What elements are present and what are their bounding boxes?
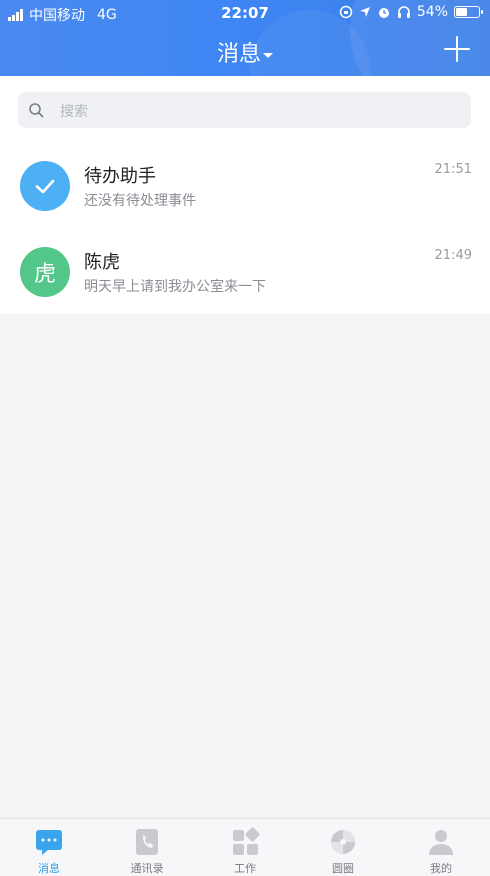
page-title[interactable]: 消息 [0,36,490,68]
chevron-down-icon [263,52,273,58]
battery-icon [454,6,483,18]
avatar: 虎 [20,247,70,297]
message-time: 21:51 [434,162,472,177]
plus-icon[interactable] [444,36,470,62]
circle-swirl-icon [331,830,355,854]
alarm-icon [378,8,389,18]
message-sender: 陈虎 [84,252,120,273]
rotation-lock-icon [339,5,353,19]
tab-bar: 消息 通讯录 工作 圆圈 我的 [0,818,490,876]
search-placeholder: 搜索 [60,104,88,120]
checkmark-icon [35,179,55,194]
chat-bubble-icon [36,830,62,855]
message-preview: 明天早上请到我办公室来一下 [84,279,266,295]
person-icon [429,830,453,855]
search-section: 搜索 [0,76,490,142]
message-list: 待办助手 还没有待处理事件 21:51 虎 陈虎 明天早上请到我办公室来一下 2… [0,142,490,314]
message-sender: 待办助手 [84,166,156,187]
avatar-text: 虎 [33,262,56,287]
tab-circle[interactable]: 圆圈 [294,819,392,876]
list-item[interactable]: 待办助手 还没有待处理事件 21:51 [0,142,490,228]
phone-book-icon [136,829,158,855]
tab-messages[interactable]: 消息 [0,819,98,876]
message-preview: 还没有待处理事件 [84,193,196,209]
grid-icon [233,827,260,855]
search-input[interactable]: 搜索 [18,92,471,128]
message-time: 21:49 [434,248,472,263]
headphones-icon [397,6,410,18]
battery-percent: 54% [416,4,448,20]
list-item[interactable]: 虎 陈虎 明天早上请到我办公室来一下 21:49 [0,228,490,314]
location-icon [359,7,370,17]
header: 中国移动 4G 22:07 54% 消息 [0,0,490,76]
tab-contacts[interactable]: 通讯录 [98,819,196,876]
status-bar: 中国移动 4G 22:07 54% [0,0,490,26]
avatar [20,161,70,211]
search-icon [29,103,44,118]
tab-work[interactable]: 工作 [196,819,294,876]
tab-me[interactable]: 我的 [392,819,490,876]
